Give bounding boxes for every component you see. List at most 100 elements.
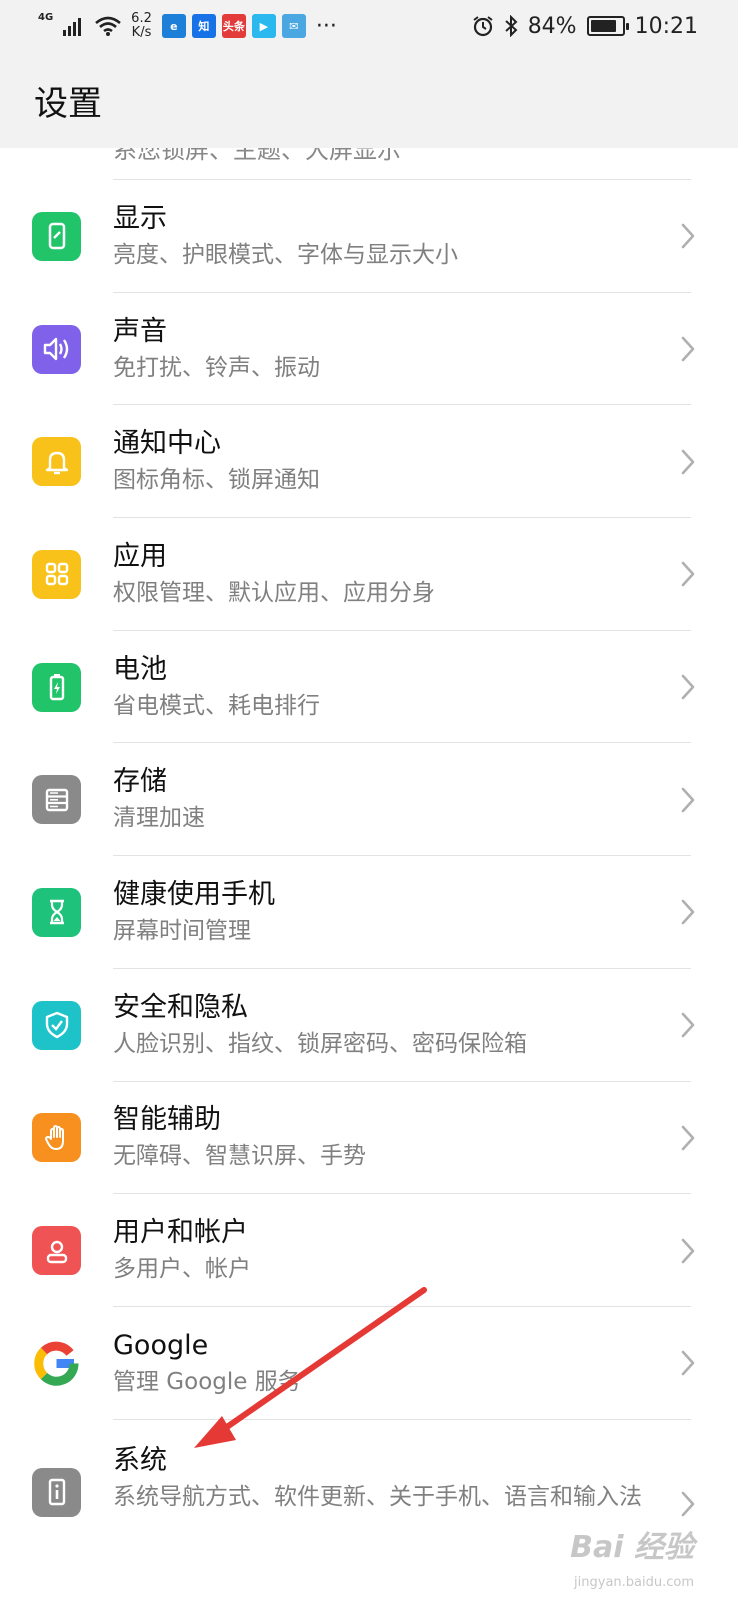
baidu-watermark: Bai 经验 (570, 1530, 694, 1565)
settings-item-accessibility[interactable]: 智能辅助无障碍、智慧识屏、手势 (0, 1082, 738, 1195)
zhihu-icon: 知 (191, 14, 216, 38)
display-icon (32, 211, 81, 261)
battery-icon (32, 662, 81, 712)
hand-icon (32, 1113, 81, 1163)
settings-item-text: 智能辅助无障碍、智慧识屏、手势 (113, 1082, 691, 1195)
chevron-right-icon (681, 900, 695, 925)
settings-item-accounts[interactable]: 用户和帐户多用户、帐户 (0, 1194, 738, 1307)
settings-item-subtitle: 多用户、帐户 (113, 1256, 251, 1283)
settings-item-subtitle: 系统导航方式、软件更新、关于手机、语言和输入法 (113, 1483, 642, 1510)
settings-item-subtitle: 免打扰、铃声、振动 (113, 354, 320, 381)
status-right: 84% 10:21 (472, 14, 698, 39)
settings-item-title: 电池 (113, 653, 167, 685)
speed-value: 6.2 (131, 11, 152, 26)
baidu-watermark-url: jingyan.baidu.com (574, 1575, 694, 1590)
clock: 10:21 (634, 13, 698, 39)
settings-item-storage[interactable]: 存储 清理加速 (0, 743, 738, 857)
settings-item-digital-balance[interactable]: 健康使用手机屏幕时间管理 (0, 856, 738, 969)
settings-item-subtitle: 亮度、护眼模式、字体与显示大小 (113, 241, 458, 268)
settings-item-subtitle: 清理加速 (113, 805, 205, 832)
settings-item-text: 通知中心图标角标、锁屏通知 (113, 405, 691, 519)
status-bar: 4G 6.2 K/s e 知头条 ▶ ✉ ··· 84% 10:21 (0, 0, 738, 52)
settings-item-title: 显示 (113, 202, 167, 234)
settings-header: 设置 (0, 52, 738, 148)
settings-item-text: 应用权限管理、默认应用、应用分身 (113, 518, 691, 631)
chevron-right-icon (681, 224, 695, 249)
signal-icon (63, 18, 82, 36)
settings-rows: 显示亮度、护眼模式、字体与显示大小声音免打扰、铃声、振动通知中心图标角标、锁屏通… (0, 180, 738, 1570)
wifi-icon (95, 16, 122, 36)
page-title: 设置 (34, 83, 102, 124)
google-icon (32, 1338, 81, 1388)
chevron-right-icon (681, 674, 695, 700)
settings-item-battery[interactable]: 电池省电模式、耗电排行 (0, 631, 738, 744)
settings-item-text: Google 管理 Google 服务 (113, 1307, 691, 1420)
settings-item-title: 声音 (113, 315, 167, 347)
chevron-right-icon (681, 1350, 695, 1376)
network-speed: 6.2 K/s (131, 12, 152, 40)
settings-item-title: 智能辅助 (113, 1104, 221, 1136)
settings-item-text: 存储 清理加速 (113, 743, 691, 857)
settings-item-title: 通知中心 (113, 428, 221, 460)
settings-item-subtitle: 权限管理、默认应用、应用分身 (113, 579, 435, 606)
chevron-right-icon (681, 787, 695, 813)
chevron-right-icon (681, 1238, 695, 1263)
chevron-right-icon (681, 562, 695, 587)
user-icon (32, 1226, 81, 1276)
settings-item-title: 系统 (113, 1444, 167, 1476)
browser-icon: e (161, 14, 186, 38)
settings-item-text: 电池省电模式、耗电排行 (113, 631, 691, 744)
settings-item-security[interactable]: 安全和隐私人脸识别、指纹、锁屏密码、密码保险箱 (0, 969, 738, 1082)
battery-fill (590, 20, 616, 32)
settings-list[interactable]: 系您锁屏、主题、大屏显示 显示亮度、护眼模式、字体与显示大小声音免打扰、铃声、振… (0, 148, 738, 1600)
mail-icon: ✉ (281, 14, 306, 38)
settings-item-text: 健康使用手机屏幕时间管理 (113, 856, 691, 969)
more-notifications-icon: ··· (315, 13, 337, 39)
settings-item-google[interactable]: Google 管理 Google 服务 (0, 1307, 738, 1420)
network-type: 4G (38, 12, 54, 23)
settings-item-display[interactable]: 显示亮度、护眼模式、字体与显示大小 (0, 180, 738, 293)
settings-item-subtitle: 管理 Google 服务 (113, 1368, 301, 1395)
chevron-right-icon (681, 1125, 695, 1151)
partial-row-theme[interactable]: 系您锁屏、主题、大屏显示 (113, 148, 691, 180)
bluetooth-icon (505, 15, 518, 37)
settings-item-title: 应用 (113, 540, 167, 572)
battery-indicator-icon (586, 16, 629, 36)
toutiao-icon: 头条 (221, 14, 246, 38)
chevron-right-icon (681, 1491, 695, 1516)
settings-item-text: 安全和隐私人脸识别、指纹、锁屏密码、密码保险箱 (113, 969, 691, 1082)
chevron-right-icon (681, 336, 695, 362)
settings-item-subtitle: 无障碍、智慧识屏、手势 (113, 1143, 366, 1170)
settings-item-sound[interactable]: 声音免打扰、铃声、振动 (0, 293, 738, 406)
settings-item-text: 显示亮度、护眼模式、字体与显示大小 (113, 180, 691, 293)
status-left: 4G 6.2 K/s e 知头条 ▶ ✉ ··· (38, 12, 337, 40)
chevron-right-icon (681, 449, 695, 475)
settings-item-title: 用户和帐户 (113, 1217, 248, 1249)
settings-item-notification[interactable]: 通知中心图标角标、锁屏通知 (0, 405, 738, 519)
settings-item-title: 安全和隐私 (113, 991, 248, 1023)
settings-item-subtitle: 省电模式、耗电排行 (113, 692, 320, 719)
video-icon: ▶ (251, 14, 276, 38)
hourglass-icon (32, 887, 81, 937)
shield-icon (32, 1000, 81, 1050)
settings-item-subtitle: 人脸识别、指纹、锁屏密码、密码保险箱 (113, 1030, 527, 1057)
notification-icons: e 知头条 ▶ ✉ (161, 14, 306, 38)
alarm-icon (473, 16, 493, 37)
settings-item-title: 存储 (113, 766, 167, 798)
bell-icon (32, 437, 81, 487)
partial-row-subtitle: 系您锁屏、主题、大屏显示 (113, 148, 401, 164)
speaker-icon (32, 324, 81, 374)
settings-item-text: 用户和帐户多用户、帐户 (113, 1194, 691, 1307)
settings-item-text: 声音免打扰、铃声、振动 (113, 293, 691, 406)
grid-icon (32, 549, 81, 599)
settings-item-apps[interactable]: 应用权限管理、默认应用、应用分身 (0, 518, 738, 631)
settings-item-title: Google (113, 1329, 209, 1361)
storage-icon (32, 775, 81, 825)
info-icon (32, 1467, 81, 1517)
settings-item-subtitle: 图标角标、锁屏通知 (113, 467, 320, 494)
battery-percent: 84% (527, 13, 577, 39)
speed-unit: K/s (131, 25, 152, 40)
chevron-right-icon (681, 1012, 695, 1038)
settings-item-subtitle: 屏幕时间管理 (113, 917, 251, 944)
settings-item-title: 健康使用手机 (113, 878, 275, 910)
